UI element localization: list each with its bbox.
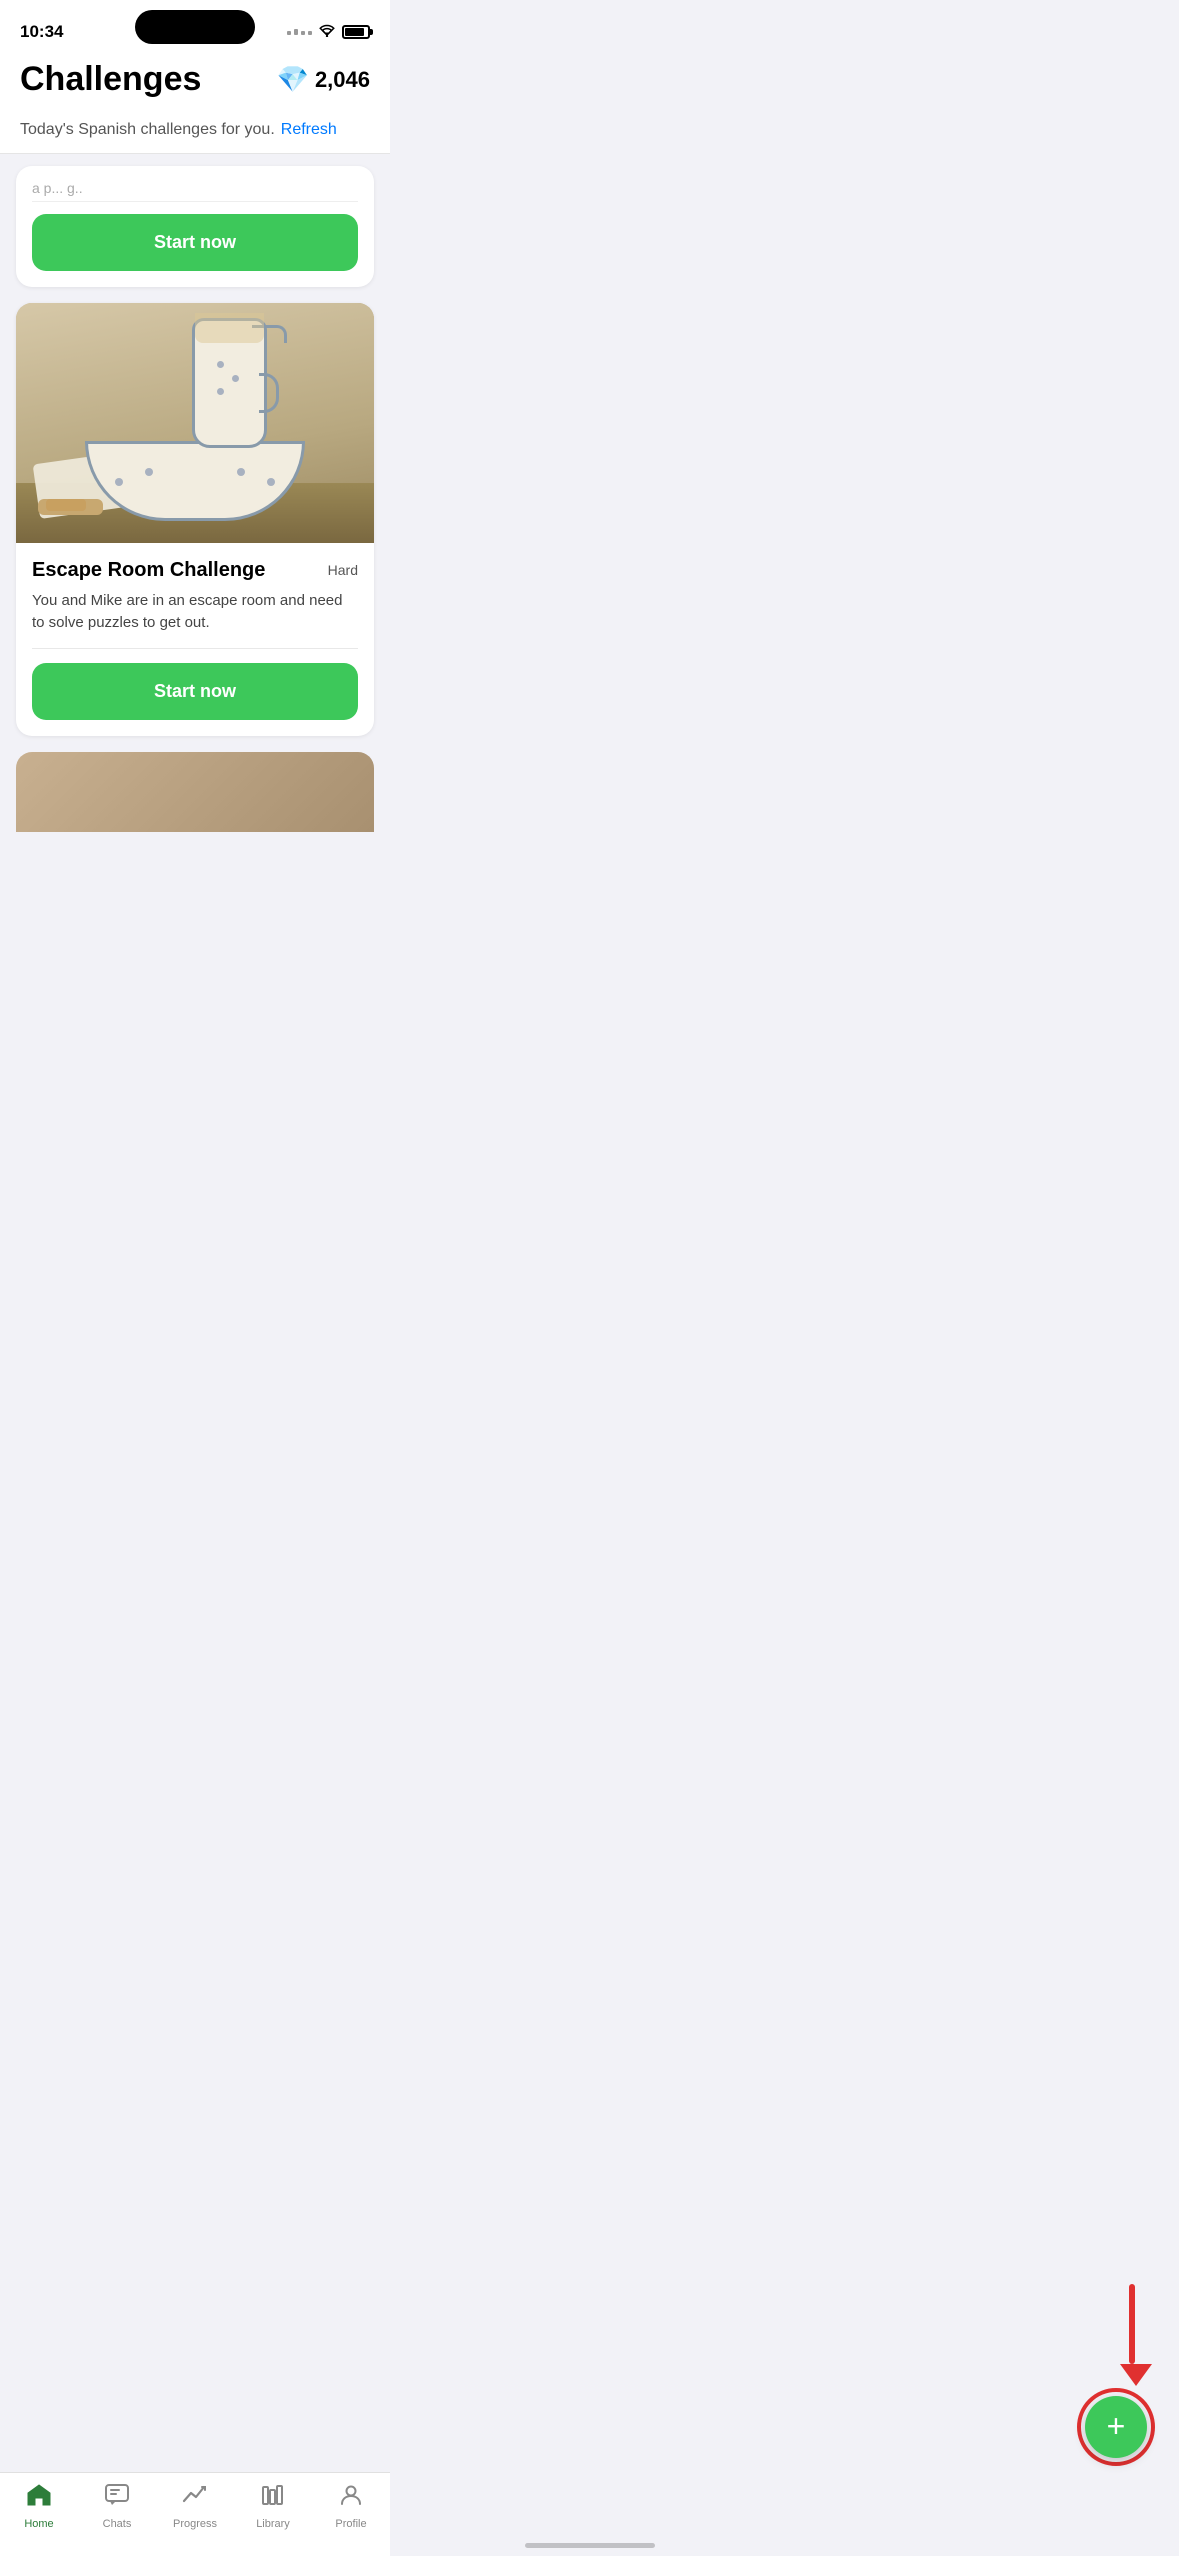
partial-card-top-text: a p... g.. (16, 166, 374, 201)
home-icon (26, 2483, 52, 2514)
start-now-button-2[interactable]: Start now (32, 663, 358, 720)
add-challenge-button[interactable]: + (1085, 2396, 1147, 2458)
bottom-nav: Home Chats Progress (0, 2472, 390, 2556)
wifi-icon (318, 24, 336, 40)
arrow-head (1120, 2364, 1152, 2386)
profile-label: Profile (335, 2518, 366, 2530)
arrow-indicator (1109, 2284, 1141, 2386)
gem-icon: 💎 (277, 64, 309, 95)
nav-item-chats[interactable]: Chats (87, 2483, 147, 2530)
status-icons (287, 24, 370, 40)
fab-ring: + (1077, 2388, 1155, 2466)
pitcher-scene (16, 303, 374, 543)
start-now-button-1[interactable]: Start now (32, 214, 358, 271)
challenge-card-partial: a p... g.. Start now (16, 166, 374, 287)
profile-icon (338, 2483, 364, 2514)
home-label: Home (24, 2518, 53, 2530)
gems-count: 2,046 (315, 67, 370, 93)
refresh-button[interactable]: Refresh (281, 121, 337, 139)
dynamic-island (135, 10, 255, 44)
chats-label: Chats (103, 2518, 132, 2530)
progress-label: Progress (173, 2518, 217, 2530)
signal-icon (287, 29, 312, 35)
nav-item-profile[interactable]: Profile (321, 2483, 381, 2530)
library-icon (260, 2483, 286, 2514)
fab-container: + (1077, 2388, 1155, 2466)
page-title: Challenges (20, 60, 201, 99)
scroll-content: a p... g.. Start now (0, 154, 390, 922)
challenge-image (16, 303, 374, 543)
library-label: Library (256, 2518, 290, 2530)
difficulty-badge: Hard (328, 559, 358, 578)
status-time: 10:34 (20, 22, 63, 42)
card-description: You and Mike are in an escape room and n… (32, 590, 358, 649)
subtitle-text: Today's Spanish challenges for you. (20, 121, 275, 139)
card-title: Escape Room Challenge (32, 559, 328, 582)
fab-icon: + (1107, 2410, 1126, 2442)
gems-badge: 💎 2,046 (277, 64, 370, 95)
nav-item-home[interactable]: Home (9, 2483, 69, 2530)
battery-icon (342, 25, 370, 39)
arrow-shaft (1129, 2284, 1135, 2364)
nav-item-library[interactable]: Library (243, 2483, 303, 2530)
status-bar: 10:34 (0, 0, 390, 50)
card-header-row: Escape Room Challenge Hard (32, 559, 358, 582)
partial-bottom-card (16, 752, 374, 832)
chats-icon (104, 2483, 130, 2514)
progress-icon (182, 2483, 208, 2514)
challenge-card-escape-room: Escape Room Challenge Hard You and Mike … (16, 303, 374, 736)
home-indicator (525, 2543, 655, 2548)
nav-item-progress[interactable]: Progress (165, 2483, 225, 2530)
partial-bottom-image (16, 752, 374, 832)
card-content: Escape Room Challenge Hard You and Mike … (16, 543, 374, 720)
subtitle-bar: Today's Spanish challenges for you. Refr… (0, 115, 390, 154)
page-header: Challenges 💎 2,046 (0, 50, 390, 115)
